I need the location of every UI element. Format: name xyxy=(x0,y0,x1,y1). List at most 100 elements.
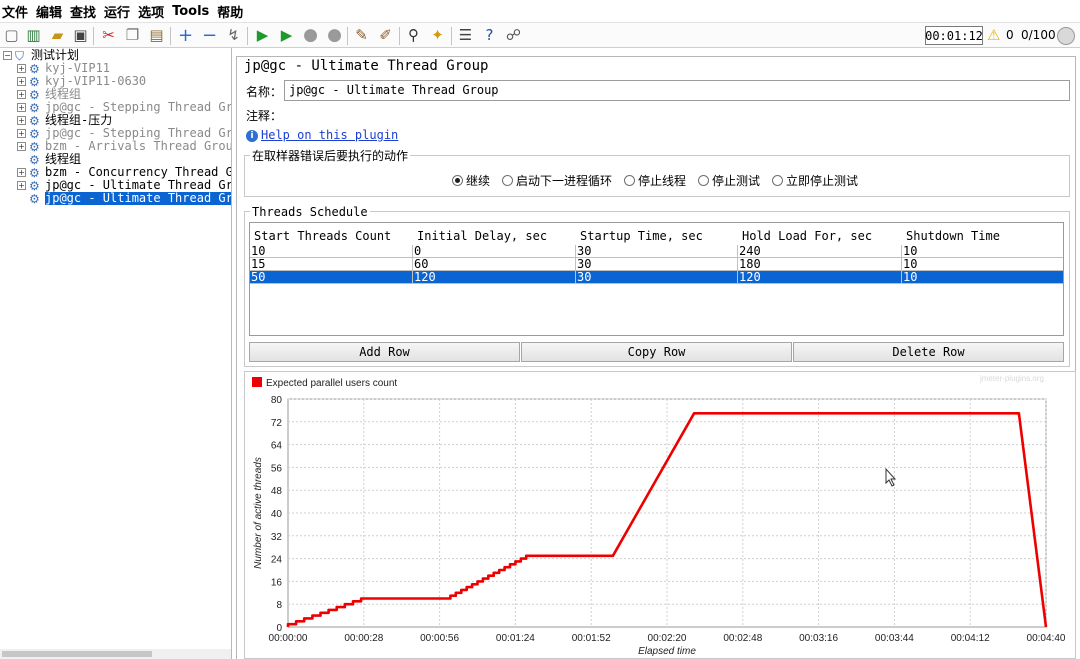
menu-tools[interactable]: Tools xyxy=(172,4,209,19)
table-cell[interactable]: 240 xyxy=(737,245,901,258)
table-cell[interactable]: 30 xyxy=(575,271,737,284)
info-icon: i xyxy=(246,130,258,142)
tree-expander[interactable]: + xyxy=(17,168,26,177)
table-cell[interactable]: 10 xyxy=(901,258,1063,271)
copy-icon[interactable]: ❐ xyxy=(123,26,142,45)
help-icon[interactable]: ? xyxy=(480,26,499,45)
shutdown-icon[interactable]: ● xyxy=(325,26,344,45)
menu-options[interactable]: 选项 xyxy=(138,2,164,21)
table-cell[interactable]: 60 xyxy=(412,258,575,271)
table-row[interactable]: 50 120 30 120 10 xyxy=(250,271,1063,284)
active-threads-count: 0/100 xyxy=(1021,28,1056,42)
tree-expander[interactable]: + xyxy=(17,116,26,125)
warning-icon[interactable]: ⚠ xyxy=(987,26,1000,44)
table-cell[interactable]: 10 xyxy=(250,245,412,258)
table-cell[interactable]: 30 xyxy=(575,258,737,271)
delete-row-button[interactable]: Delete Row xyxy=(793,342,1064,362)
x-tick-label: 00:02:48 xyxy=(723,633,762,644)
thread-group-icon: ⚙ xyxy=(29,126,40,141)
table-cell[interactable]: 180 xyxy=(737,258,901,271)
thread-group-icon: ⚙ xyxy=(29,165,40,180)
name-input[interactable]: jp@gc - Ultimate Thread Group xyxy=(284,80,1070,101)
tree-expander[interactable]: + xyxy=(17,77,26,86)
table-cell[interactable]: 15 xyxy=(250,258,412,271)
tree-expander[interactable]: − xyxy=(3,51,12,60)
menu-search[interactable]: 查找 xyxy=(70,2,96,21)
copy-row-button[interactable]: Copy Row xyxy=(521,342,792,362)
start-icon[interactable]: ▶ xyxy=(253,26,272,45)
column-header[interactable]: Initial Delay, sec xyxy=(417,229,547,243)
radio-start-next-loop[interactable]: 启动下一进程循环 xyxy=(502,172,612,189)
tree-expander[interactable]: + xyxy=(17,64,26,73)
tree-expander[interactable]: + xyxy=(17,142,26,151)
x-tick-label: 00:00:00 xyxy=(269,633,308,644)
y-tick-label: 8 xyxy=(276,600,282,611)
reset-search-icon[interactable]: ✦ xyxy=(428,26,447,45)
toggle-icon[interactable]: ↯ xyxy=(224,26,243,45)
x-tick-label: 00:00:56 xyxy=(420,633,459,644)
tree-horizontal-scrollbar[interactable] xyxy=(0,649,231,659)
x-tick-label: 00:04:40 xyxy=(1027,633,1066,644)
table-row[interactable]: 10 0 30 240 10 xyxy=(250,245,1063,258)
search-icon[interactable]: ⚲ xyxy=(404,26,423,45)
remote-icon[interactable]: ☍ xyxy=(504,26,523,45)
threads-schedule-table[interactable]: Start Threads Count Initial Delay, sec S… xyxy=(249,222,1064,336)
table-cell[interactable]: 10 xyxy=(901,271,1063,284)
table-cell[interactable]: 30 xyxy=(575,245,737,258)
clear-all-icon[interactable]: ✐ xyxy=(376,26,395,45)
menu-help[interactable]: 帮助 xyxy=(217,2,243,21)
paste-icon[interactable]: ▤ xyxy=(147,26,166,45)
elapsed-timer: 00:01:12 xyxy=(925,26,983,45)
y-tick-label: 16 xyxy=(271,577,283,588)
thread-group-icon: ⚙ xyxy=(29,74,40,89)
stop-icon[interactable]: ● xyxy=(301,26,320,45)
toolbar: ▢ ▥ ▰ ▣ ✂ ❐ ▤ + − ↯ ▶ ▶ ● ● ✎ ✐ ⚲ ✦ ☰ ? … xyxy=(0,22,1080,48)
x-tick-label: 00:03:16 xyxy=(799,633,838,644)
tree-expander[interactable]: + xyxy=(17,129,26,138)
y-tick-label: 40 xyxy=(271,509,283,520)
radio-stop-test-now[interactable]: 立即停止测试 xyxy=(772,172,858,189)
radio-stop-test[interactable]: 停止测试 xyxy=(698,172,760,189)
table-cell[interactable]: 120 xyxy=(412,271,575,284)
cut-icon[interactable]: ✂ xyxy=(99,26,118,45)
expected-users-chart-svg: 0816243240485664728000:00:00 00:00:28 00:0… xyxy=(252,374,1066,657)
column-header[interactable]: Shutdown Time xyxy=(906,229,1000,243)
name-label: 名称： xyxy=(246,85,283,99)
table-cell[interactable]: 0 xyxy=(412,245,575,258)
tree-node[interactable]: ⚙ jp@gc - Ultimate Thread Grou xyxy=(17,192,231,205)
menu-run[interactable]: 运行 xyxy=(104,2,130,21)
tree-node[interactable]: + ⚙ kyj-VIP11-0630 xyxy=(17,75,146,88)
x-tick-label: 00:02:20 xyxy=(648,633,687,644)
menu-bar: 文件 编辑 查找 运行 选项 Tools 帮助 xyxy=(0,0,1080,22)
save-icon[interactable]: ▣ xyxy=(71,26,90,45)
radio-continue[interactable]: 继续 xyxy=(452,172,490,189)
table-cell[interactable]: 50 xyxy=(250,271,412,284)
tree-expander[interactable]: + xyxy=(17,90,26,99)
thread-group-icon: ⚙ xyxy=(29,100,40,115)
table-cell[interactable]: 120 xyxy=(737,271,901,284)
column-header[interactable]: Start Threads Count xyxy=(254,229,391,243)
x-axis-label: Elapsed time xyxy=(638,646,696,657)
menu-edit[interactable]: 编辑 xyxy=(36,2,62,21)
help-link[interactable]: Help on this plugin xyxy=(261,128,398,142)
tree-expander[interactable]: + xyxy=(17,103,26,112)
table-cell[interactable]: 10 xyxy=(901,245,1063,258)
radio-stop-thread[interactable]: 停止线程 xyxy=(624,172,686,189)
column-header[interactable]: Hold Load For, sec xyxy=(742,229,872,243)
function-helper-icon[interactable]: ☰ xyxy=(456,26,475,45)
new-icon[interactable]: ▢ xyxy=(2,26,21,45)
collapse-icon[interactable]: − xyxy=(200,26,219,45)
expand-icon[interactable]: + xyxy=(176,26,195,45)
menu-file[interactable]: 文件 xyxy=(2,2,28,21)
open-icon[interactable]: ▰ xyxy=(48,26,67,45)
add-row-button[interactable]: Add Row xyxy=(249,342,520,362)
column-header[interactable]: Startup Time, sec xyxy=(580,229,703,243)
start-no-pause-icon[interactable]: ▶ xyxy=(277,26,296,45)
watermark-text: jmeter-plugins.org xyxy=(979,374,1044,383)
templates-icon[interactable]: ▥ xyxy=(24,26,43,45)
tree-node-label: jp@gc - Ultimate Thread Grou xyxy=(45,192,231,205)
panel-title: jp@gc - Ultimate Thread Group xyxy=(244,58,489,74)
tree-expander[interactable]: + xyxy=(17,181,26,190)
clear-icon[interactable]: ✎ xyxy=(352,26,371,45)
table-row[interactable]: 15 60 30 180 10 xyxy=(250,258,1063,271)
